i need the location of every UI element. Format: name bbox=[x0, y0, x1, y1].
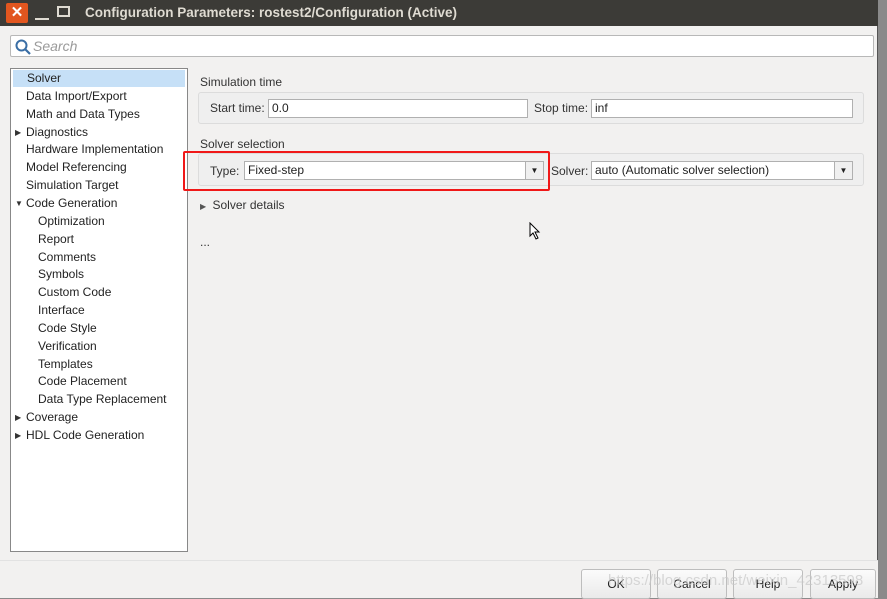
tree-item-label: Coverage bbox=[26, 410, 79, 425]
tree-item-label: Code Placement bbox=[38, 374, 127, 389]
tree-item-verification[interactable]: Verification bbox=[38, 338, 97, 355]
tree-item-math-and-data-types[interactable]: Math and Data Types bbox=[26, 106, 140, 123]
minimize-button[interactable] bbox=[35, 4, 49, 20]
solver-details-label: Solver details bbox=[212, 198, 285, 212]
solver-details-toggle[interactable]: ▶ Solver details bbox=[200, 198, 285, 212]
annotation-highlight-box bbox=[183, 151, 550, 191]
tree-item-hdl-code-generation[interactable]: ▶ HDL Code Generation bbox=[15, 427, 145, 444]
collapsed-arrow-icon[interactable]: ▶ bbox=[15, 124, 21, 141]
tree-item-label: Verification bbox=[38, 338, 97, 353]
search-box[interactable] bbox=[10, 35, 874, 57]
tree-item-label: HDL Code Generation bbox=[26, 428, 145, 442]
tree-item-model-referencing[interactable]: Model Referencing bbox=[26, 159, 127, 176]
tree-item-code-generation[interactable]: ▼ Code Generation bbox=[15, 195, 118, 212]
tree-item-simulation-target[interactable]: Simulation Target bbox=[26, 177, 119, 194]
tree-item-comments[interactable]: Comments bbox=[38, 249, 96, 266]
tree-item-label: Hardware Implementation bbox=[26, 142, 164, 157]
tree-item-coverage[interactable]: ▶ Coverage bbox=[15, 409, 79, 426]
solver-label: Solver: bbox=[551, 164, 589, 178]
tree-item-label: Comments bbox=[38, 249, 97, 264]
tree-item-label: Symbols bbox=[38, 267, 85, 282]
tree-item-label: Data Import/Export bbox=[26, 88, 127, 103]
tree-item-label: Solver bbox=[27, 71, 62, 85]
expanded-arrow-icon[interactable]: ▼ bbox=[15, 195, 23, 212]
search-input[interactable] bbox=[33, 37, 853, 55]
tree-item-label: Code Generation bbox=[26, 195, 118, 210]
tree-item-code-placement[interactable]: Code Placement bbox=[38, 373, 127, 390]
expand-arrow-icon: ▶ bbox=[200, 202, 207, 211]
tree-item-label: Simulation Target bbox=[26, 178, 119, 193]
mouse-cursor-icon bbox=[529, 222, 541, 240]
tree-item-interface[interactable]: Interface bbox=[38, 302, 85, 319]
configuration-window: ✕ Configuration Parameters: rostest2/Con… bbox=[0, 0, 878, 599]
tree-item-label: Custom Code bbox=[38, 285, 112, 300]
tree-item-optimization[interactable]: Optimization bbox=[38, 213, 105, 230]
ellipsis: ... bbox=[200, 235, 211, 249]
start-time-label: Start time: bbox=[210, 101, 265, 115]
cancel-button[interactable]: Cancel bbox=[657, 569, 727, 599]
tree-item-code-style[interactable]: Code Style bbox=[38, 320, 97, 337]
help-button[interactable]: Help bbox=[733, 569, 803, 599]
simulation-time-heading: Simulation time bbox=[200, 75, 283, 89]
apply-button[interactable]: Apply bbox=[810, 569, 876, 599]
tree-item-label: Report bbox=[38, 231, 75, 246]
simulation-time-group: Start time: 0.0 Stop time: inf bbox=[198, 92, 864, 124]
collapsed-arrow-icon[interactable]: ▶ bbox=[15, 427, 21, 444]
tree-item-label: Data Type Replacement bbox=[38, 392, 167, 407]
stop-time-label: Stop time: bbox=[534, 101, 589, 115]
tree-item-label: Code Style bbox=[38, 320, 97, 335]
solver-dropdown[interactable]: auto (Automatic solver selection) ▼ bbox=[591, 161, 853, 180]
tree-item-report[interactable]: Report bbox=[38, 231, 74, 248]
tree-item-data-type-replacement[interactable]: Data Type Replacement bbox=[38, 391, 167, 408]
stop-time-input[interactable]: inf bbox=[591, 99, 853, 118]
button-bar: OK Cancel Help Apply bbox=[0, 560, 878, 599]
solver-selection-heading: Solver selection bbox=[200, 137, 285, 151]
search-icon bbox=[15, 39, 31, 55]
tree-item-symbols[interactable]: Symbols bbox=[38, 266, 84, 283]
tree-item-solver[interactable]: Solver bbox=[13, 70, 185, 87]
chevron-down-icon[interactable]: ▼ bbox=[834, 162, 852, 179]
window-title: Configuration Parameters: rostest2/Confi… bbox=[85, 5, 458, 20]
category-tree[interactable]: Solver Data Import/Export Math and Data Ty… bbox=[10, 68, 188, 552]
tree-item-data-import-export[interactable]: Data Import/Export bbox=[26, 88, 127, 105]
close-button[interactable]: ✕ bbox=[6, 3, 28, 23]
tree-item-custom-code[interactable]: Custom Code bbox=[38, 284, 111, 301]
maximize-button[interactable] bbox=[57, 6, 70, 17]
title-bar: ✕ Configuration Parameters: rostest2/Con… bbox=[0, 0, 878, 26]
collapsed-arrow-icon[interactable]: ▶ bbox=[15, 409, 21, 426]
tree-item-templates[interactable]: Templates bbox=[38, 356, 93, 373]
tree-item-label: Diagnostics bbox=[26, 124, 89, 139]
tree-item-label: Templates bbox=[38, 356, 93, 371]
ok-button[interactable]: OK bbox=[581, 569, 651, 599]
tree-item-diagnostics[interactable]: ▶ Diagnostics bbox=[15, 124, 89, 141]
tree-item-label: Math and Data Types bbox=[26, 106, 140, 121]
tree-item-hardware-implementation[interactable]: Hardware Implementation bbox=[26, 141, 163, 158]
tree-item-label: Optimization bbox=[38, 213, 105, 228]
tree-item-label: Model Referencing bbox=[26, 160, 127, 175]
start-time-input[interactable]: 0.0 bbox=[268, 99, 528, 118]
tree-item-label: Interface bbox=[38, 303, 85, 318]
solver-value: auto (Automatic solver selection) bbox=[595, 163, 770, 177]
